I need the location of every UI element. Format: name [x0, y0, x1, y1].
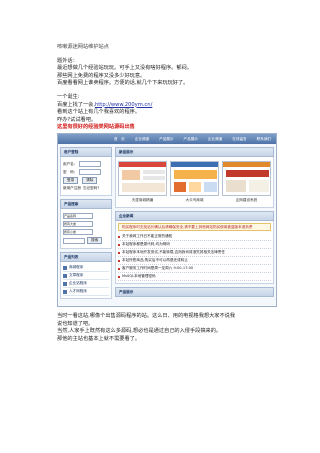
bullet-icon [118, 251, 120, 254]
product-thumb[interactable]: 天涯商城精编 [118, 161, 167, 203]
product-image [118, 161, 167, 196]
username-label: 用户名： [63, 161, 78, 166]
category-item[interactable]: 商城程序 [63, 264, 109, 272]
news-title: 企业新闻 [115, 211, 274, 221]
username-field[interactable] [79, 161, 102, 167]
news-item[interactable]: 客户服务工作时间是周一至周六 9:00-17:00 [118, 265, 271, 273]
news-text: 本站程序本地开发测试,不能转载,否则我司将追究其相关法律责任 [122, 250, 225, 254]
category-item[interactable]: 文章程序 [63, 272, 109, 280]
notice-banner: 购买程序时无找站长确认后请确保安全,请不要上其他网站购买使用被盗版本谁负责 [118, 223, 271, 231]
news-item[interactable]: MsSQL本地管理密码 [118, 273, 271, 281]
news-text: MsSQL本地管理密码 [122, 274, 156, 278]
doc-line: 一个诞生: [57, 93, 80, 100]
login-button[interactable]: 登录 [63, 177, 79, 184]
nav-item[interactable]: 产品展示 [184, 137, 198, 142]
bullet-icon [118, 235, 120, 238]
category-item[interactable]: 人才网程序 [63, 288, 109, 296]
left-column: 用户登陆 用户名： 密 码： 登录 清除 新用户注册 忘记密码? 产品搜索 产品… [60, 147, 112, 299]
search-title: 产品搜索 [60, 199, 112, 209]
bullet-icon [118, 243, 120, 246]
site-nav: 首 页 企业频道 产品展示 产品展示 企业频道 在线留言 联系我们 [58, 134, 276, 144]
password-label: 密 码： [63, 169, 78, 174]
category-title: 产品列表 [60, 252, 112, 262]
login-title: 用户登陆 [60, 147, 112, 157]
bullet-icon [118, 267, 120, 270]
category-list: 商城程序 文章程序 企业站程序 人才网程序 [60, 262, 112, 299]
product-caption: 企网建设系统 [235, 198, 258, 202]
nav-item[interactable]: 在线留言 [232, 137, 246, 142]
product-caption: 天涯商城精编 [131, 198, 154, 202]
reset-button[interactable]: 清除 [82, 177, 98, 184]
doc-header: 咳嗽源迷网站维护站点 [57, 44, 109, 50]
doc-line: 最近想做几个经验站玩玩。可手上又没有啥好程序。郁闷。 [57, 65, 192, 72]
news-text: 客户服务工作时间是周一至周六 9:00-17:00 [122, 266, 194, 270]
news-text: 关于我网工作日不能正常的通知 [122, 234, 173, 238]
category-label: 人才网程序 [69, 289, 87, 293]
bullet-icon [63, 289, 67, 294]
news-text: 本站所售商品,购买后不可以再退还或转让 [122, 258, 188, 262]
bullet-icon [118, 275, 120, 278]
doc-line-prefix: 百度上找了一会, [57, 101, 95, 108]
products-title: 产品展示 [115, 287, 274, 297]
product-caption: 大众鸟商城 [185, 198, 204, 202]
category-item[interactable]: 企业站程序 [63, 280, 109, 288]
news-item[interactable]: 本站程序都是源代码,均为明码 [118, 241, 271, 249]
new-products-panel: 天涯商城精编 大众鸟商城 企网建设系统 [115, 157, 274, 208]
source-link[interactable]: http://www.200ym.cn/ [95, 102, 152, 108]
login-panel: 用户名： 密 码： 登录 清除 新用户注册 忘记密码? [60, 157, 112, 196]
nav-item[interactable]: 企业频道 [135, 137, 149, 142]
main-column: 新品展示 天涯商城精编 大众鸟商城 企网建设系统 企业新闻 购买程序时无找站长确… [115, 147, 274, 297]
search-button[interactable]: 搜索 [87, 237, 103, 244]
password-field[interactable] [79, 169, 102, 175]
bullet-icon [118, 259, 120, 262]
nav-item[interactable]: 产品展示 [159, 137, 173, 142]
product-thumb[interactable]: 企网建设系统 [222, 161, 271, 203]
news-panel: 购买程序时无找站长确认后请确保安全,请不要上其他网站购买使用被盗版本谁负责 关于… [115, 221, 274, 284]
subcategory-select[interactable]: 所有小类 [63, 229, 93, 235]
category-select[interactable]: 所有大类 [63, 221, 93, 227]
category-label: 商城程序 [69, 265, 84, 269]
news-item[interactable]: 本站所售商品,购买后不可以再退还或转让 [118, 257, 271, 265]
search-type-select[interactable]: 产品名称 [63, 213, 93, 219]
doc-line: 当时一看这站,哪像个出售源码程序的站。这么日、用的电视格我想大家不说我 [57, 313, 236, 319]
category-label: 文章程序 [69, 273, 84, 277]
red-highlight: 这里有很好的经验类网站源码出售 [57, 124, 135, 131]
product-image [170, 161, 219, 196]
nav-item[interactable]: 企业频道 [208, 137, 222, 142]
new-products-title: 新品展示 [115, 147, 274, 157]
embedded-website-screenshot: 首 页 企业频道 产品展示 产品展示 企业频道 在线留言 联系我们 用户登陆 用… [57, 133, 277, 307]
news-item[interactable]: 关于我网工作日不能正常的通知 [118, 233, 271, 241]
news-item[interactable]: 本站程序本地开发测试,不能转载,否则我司将追究其相关法律责任 [118, 249, 271, 257]
document-body: 咳嗽源迷网站维护站点 题外话： 最近想做几个经验站玩玩。可手上又没有啥好程序。郁… [57, 44, 287, 132]
doc-line: 那他的主站也基本上就不需要看了。 [57, 335, 141, 342]
search-panel: 产品名称 所有大类 所有小类 搜索 [60, 209, 112, 249]
document-body-bottom: 当时一看这站,哪像个出售源码程序的站。这么日、用的电视格我想大家不说我 说也知道… [57, 313, 287, 343]
forgot-password-link[interactable]: 忘记密码? [83, 186, 99, 191]
register-link[interactable]: 新用户注册 [63, 186, 81, 191]
news-text: 本站程序都是源代码,均为明码 [122, 242, 170, 246]
bullet-icon [63, 281, 67, 286]
doc-line: 百度看看网上谁卖程序。方便的话,就几个下来玩玩好了。 [57, 80, 189, 87]
nav-item[interactable]: 首 页 [114, 137, 125, 142]
product-thumb[interactable]: 大众鸟商城 [170, 161, 219, 203]
category-label: 企业站程序 [69, 281, 87, 285]
doc-line: 看到这个站上有几个我喜欢的程序。 [57, 109, 141, 116]
bullet-icon [63, 273, 67, 278]
doc-line: 当然,人家手上既然有这么多源码,想必也是通过自己的入侵手段搞来的。 [57, 328, 222, 335]
nav-item[interactable]: 联系我们 [257, 137, 271, 142]
bullet-icon [63, 265, 67, 270]
product-image [222, 161, 271, 196]
keyword-input[interactable] [63, 237, 85, 244]
